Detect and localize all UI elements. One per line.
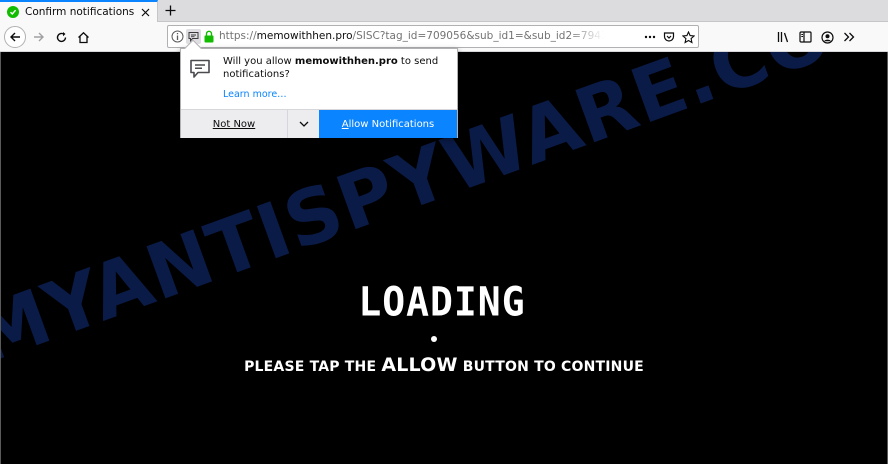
tab-strip: Confirm notifications <box>0 0 888 22</box>
account-icon[interactable] <box>818 28 836 46</box>
plus-icon <box>165 5 175 15</box>
url-path: /SISC?tag_id=709056&sub_id1=&sub_id2=794… <box>352 30 604 42</box>
popup-message: Will you allow memowithhen.pro to send n… <box>223 56 453 81</box>
notification-icon <box>190 59 210 78</box>
lock-icon <box>204 30 214 43</box>
url-fade <box>568 26 604 47</box>
url-host: memowithhen.pro <box>256 30 353 42</box>
url-bar[interactable]: https://memowithhen.pro/SISC?tag_id=7090… <box>167 25 699 48</box>
popup-origin: memowithhen.pro <box>294 56 398 67</box>
back-arrow-icon <box>10 32 20 42</box>
check-circle-icon <box>7 6 19 18</box>
close-icon[interactable] <box>139 6 151 18</box>
overflow-chevron-icon[interactable] <box>840 28 858 46</box>
pocket-icon[interactable] <box>661 29 677 45</box>
home-button[interactable] <box>72 26 94 48</box>
forward-arrow-icon <box>34 32 44 42</box>
notification-permission-popup: Will you allow memowithhen.pro to send n… <box>180 39 458 138</box>
forward-button[interactable] <box>28 26 50 48</box>
instruction-part-1: PLEASE TAP THE <box>244 359 382 375</box>
tab-confirm-notifications[interactable]: Confirm notifications <box>0 0 158 22</box>
instruction-emphasis: ALLOW <box>381 354 458 376</box>
instruction-part-2: BUTTON TO CONTINUE <box>457 359 644 375</box>
popup-footer: Not Now Allow Notifications <box>181 109 457 138</box>
loading-dot <box>431 336 437 342</box>
more-dots-icon[interactable] <box>642 29 658 45</box>
back-button[interactable] <box>4 26 26 48</box>
loading-title: LOADING <box>358 278 526 326</box>
learn-more-link[interactable]: Learn more… <box>223 89 287 100</box>
library-icon[interactable] <box>774 28 792 46</box>
reload-button[interactable] <box>50 26 72 48</box>
allow-label-rest: llow Notifications <box>348 118 435 130</box>
sidebar-icon[interactable] <box>796 28 814 46</box>
allow-notifications-button[interactable]: Allow Notifications <box>319 110 457 138</box>
reload-icon <box>56 31 66 42</box>
tab-title: Confirm notifications <box>25 6 135 18</box>
instruction-text: PLEASE TAP THE ALLOW BUTTON TO CONTINUE <box>1 354 887 376</box>
home-icon <box>77 31 89 43</box>
url-prefix: https:// <box>219 30 257 42</box>
star-icon[interactable] <box>680 29 696 45</box>
not-now-button[interactable]: Not Now <box>181 110 288 138</box>
allow-label-first: A <box>341 118 349 130</box>
chevron-down-icon <box>299 121 308 127</box>
more-options-dropdown[interactable] <box>288 110 319 138</box>
new-tab-button[interactable] <box>161 1 179 19</box>
info-icon[interactable] <box>171 30 184 43</box>
url-text[interactable]: https://memowithhen.pro/SISC?tag_id=7090… <box>219 26 604 47</box>
popup-message-prefix: Will you allow <box>223 56 295 67</box>
